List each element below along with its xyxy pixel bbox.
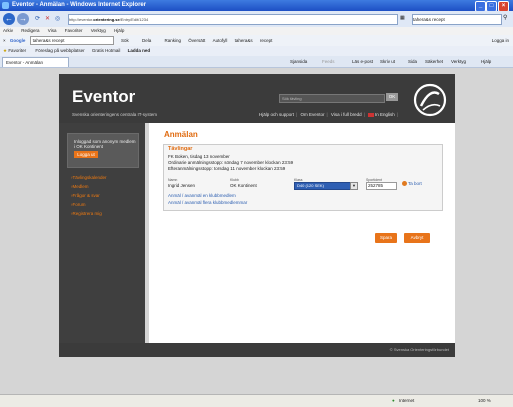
- translate-button[interactable]: Översätt: [188, 38, 205, 43]
- tab-row: Eventor - Anmälan Sjansida Feeds Läs e-p…: [0, 56, 513, 68]
- menu-favoriter[interactable]: Favoriter: [65, 28, 83, 33]
- uk-flag-icon: [368, 112, 375, 117]
- share-button[interactable]: Dela: [142, 38, 151, 43]
- google-search-button[interactable]: Sök: [121, 38, 129, 43]
- home-button[interactable]: Sjansida: [290, 56, 307, 67]
- status-bar: ● Internet 100 %: [0, 394, 513, 407]
- nav-full-width[interactable]: Visa i full bredd: [331, 112, 362, 117]
- orienteering-emblem-icon: [413, 83, 447, 117]
- chevron-down-icon[interactable]: ▼: [350, 182, 358, 190]
- fav-hotmail[interactable]: Gratis Hotmail: [92, 48, 121, 53]
- site-search-input[interactable]: Sök tävling: [279, 94, 385, 103]
- menu-verktyg[interactable]: Verktyg: [91, 28, 106, 33]
- page-viewport: Eventor Svenska orienteringens centrala …: [0, 68, 513, 394]
- login-status: Inloggad som anonym medlem i OK Kontinen…: [74, 139, 136, 149]
- runner-club: OK Kontinent: [230, 183, 257, 188]
- autofill-button[interactable]: Autofyll: [213, 38, 228, 43]
- favorites-button[interactable]: Favoriter: [8, 48, 26, 53]
- add-members-link[interactable]: Anmäl / avanmäl flera klubbmedlemmar: [168, 200, 247, 205]
- zoom-level[interactable]: 100 %: [478, 395, 491, 407]
- add-member-link[interactable]: Anmäl / avanmäl en klubbmedlem: [168, 193, 236, 198]
- highlight-term-2[interactable]: recept: [260, 38, 273, 43]
- deadline-line: Ordinarie anmälningsstopp: söndag 7 nove…: [168, 160, 294, 165]
- page-title: Anmälan: [164, 130, 198, 139]
- star-icon: ★: [3, 48, 8, 53]
- site-tagline: Svenska orienteringens centrala IT-syste…: [72, 112, 158, 117]
- site-logo[interactable]: Eventor: [72, 87, 135, 107]
- runner-name: Ingrid Jensen: [168, 183, 196, 188]
- stop-icon[interactable]: ✕: [45, 15, 50, 22]
- address-row: ← → ⟳ ✕ ◎ http://eventor.orientering.se/…: [0, 11, 513, 27]
- site-search-button[interactable]: OK: [386, 93, 398, 101]
- nav-english[interactable]: In English: [375, 112, 395, 117]
- remove-button[interactable]: Ta bort: [402, 181, 422, 187]
- fav-suggested-sites[interactable]: Föreslag på webbplatser: [35, 48, 84, 53]
- google-login-link[interactable]: Logga in: [492, 35, 509, 46]
- ranking-button[interactable]: Ranking: [165, 38, 182, 43]
- refresh-icon[interactable]: ⟳: [35, 15, 40, 22]
- fav-download[interactable]: Ladda ned: [128, 48, 151, 53]
- print-button[interactable]: Skriv ut: [380, 56, 395, 67]
- sidebar-item-forum[interactable]: Forum: [71, 202, 86, 207]
- highlight-term-1[interactable]: tahera&s: [235, 38, 253, 43]
- save-button[interactable]: Spara: [375, 233, 397, 243]
- forward-button[interactable]: →: [17, 13, 29, 25]
- favorites-bar: ★ Favoriter Föreslag på webbplatser Grat…: [0, 46, 513, 56]
- help-menu[interactable]: Hjälp: [481, 56, 491, 67]
- cancel-button[interactable]: Avbryt: [404, 233, 430, 243]
- nav-about[interactable]: Om Eventor: [300, 112, 324, 117]
- zone-label: Internet: [399, 398, 415, 403]
- entry-box: Tävlingar FK Boken, tisdag 13 november O…: [163, 144, 443, 211]
- tools-menu[interactable]: Verktyg: [451, 56, 466, 67]
- window-title: Eventor - Anmälan - Windows Internet Exp…: [12, 2, 147, 8]
- internet-zone-icon: ●: [392, 398, 395, 403]
- event-line: FK Boken, tisdag 13 november: [168, 154, 230, 159]
- late-deadline-line: Efteranmälningsstopp: torsdag 11 novembe…: [168, 166, 286, 171]
- tab-eventor[interactable]: Eventor - Anmälan: [2, 57, 69, 67]
- sidebar-item-member[interactable]: Medlem: [71, 184, 89, 189]
- menu-hjalp[interactable]: Hjälp: [114, 28, 124, 33]
- menu-visa[interactable]: Visa: [48, 28, 57, 33]
- ie-icon: [2, 2, 9, 9]
- globe-icon: ◎: [55, 16, 61, 22]
- google-logo: Google: [9, 38, 26, 43]
- footer-copyright: © Svenska Orienteringsförbundet: [389, 347, 449, 352]
- sportident-input[interactable]: 252785: [366, 182, 397, 190]
- sidebar: Inloggad som anonym medlem i OK Kontinen…: [59, 123, 145, 343]
- logout-button[interactable]: Logga ut: [74, 151, 98, 158]
- login-panel: Inloggad som anonym medlem i OK Kontinen…: [67, 133, 139, 168]
- search-icon[interactable]: ⚲: [503, 14, 507, 21]
- site-nav: Hjälp och support | Om Eventor | Visa i fu…: [259, 112, 398, 117]
- compat-view-icon[interactable]: ▦: [400, 15, 405, 21]
- sidebar-item-faq[interactable]: Frågor & svar: [71, 193, 100, 198]
- site-footer: © Svenska Orienteringsförbundet: [59, 343, 455, 357]
- class-select[interactable]: D40 (120 SEK): [294, 182, 352, 190]
- browser-search-input[interactable]: tahera&s recept: [412, 14, 502, 25]
- nav-help[interactable]: Hjälp och support: [259, 112, 294, 117]
- menu-redigera[interactable]: Redigera: [21, 28, 39, 33]
- read-mail-button[interactable]: Läs e-post: [352, 56, 373, 67]
- remove-icon: [402, 181, 407, 187]
- feeds-button[interactable]: Feeds: [322, 56, 335, 67]
- sidebar-item-calendar[interactable]: Tävlingskalender: [71, 175, 107, 180]
- menu-bar: Arkiv Redigera Visa Favoriter Verktyg Hj…: [0, 27, 513, 35]
- close-toolbar-icon[interactable]: ×: [3, 38, 6, 43]
- page-menu[interactable]: Sida: [408, 56, 417, 67]
- menu-arkiv[interactable]: Arkiv: [3, 28, 13, 33]
- col-club-header: Klubb: [230, 178, 239, 182]
- col-name-header: Namn: [168, 178, 178, 182]
- window-titlebar: Eventor - Anmälan - Windows Internet Exp…: [0, 0, 513, 12]
- address-input[interactable]: http://eventor.orientering.se/Entry/Edit…: [68, 14, 398, 25]
- section-title: Tävlingar: [168, 146, 193, 152]
- safety-menu[interactable]: Säkerhet: [425, 56, 443, 67]
- remove-label: Ta bort: [408, 181, 422, 186]
- sidebar-item-register[interactable]: Registrera mig: [71, 211, 102, 216]
- google-search-input[interactable]: tahera&s recept: [29, 36, 114, 46]
- back-button[interactable]: ←: [3, 13, 15, 25]
- main-content: Anmälan Tävlingar FK Boken, tisdag 13 no…: [149, 123, 455, 343]
- site-header: Eventor Svenska orienteringens centrala …: [59, 74, 455, 123]
